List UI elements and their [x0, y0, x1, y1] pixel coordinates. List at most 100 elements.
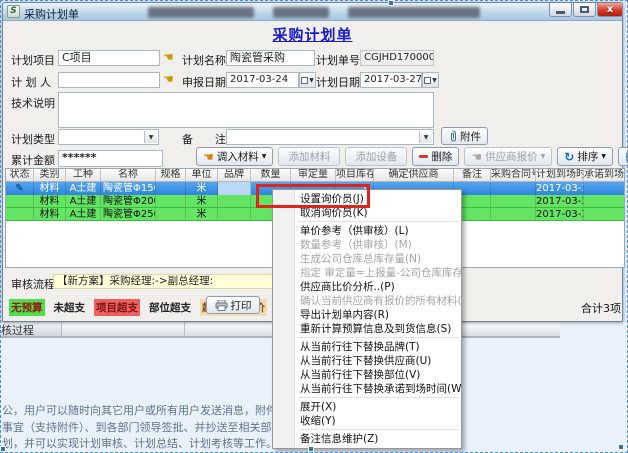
- table-cell[interactable]: [584, 182, 625, 195]
- table-header-cell[interactable]: 品牌: [218, 169, 251, 182]
- table-cell[interactable]: 材料: [34, 208, 66, 220]
- table-cell[interactable]: [6, 195, 34, 207]
- review-flow-label: 审核流程: [11, 276, 55, 292]
- table-header-cell[interactable]: 项目库存量: [336, 169, 374, 182]
- table-header-cell[interactable]: 规格: [156, 169, 186, 182]
- marquee-handle[interactable]: [618, 444, 624, 450]
- marquee-handle[interactable]: [0, 446, 6, 452]
- table-header-cell[interactable]: 名称: [101, 169, 156, 182]
- table-header-cell[interactable]: 单位: [186, 169, 218, 182]
- declare-date-picker-button[interactable]: ▼: [299, 72, 316, 88]
- chevron-down-icon[interactable]: ▼: [144, 131, 157, 143]
- table-header-cell[interactable]: 类别: [34, 169, 66, 182]
- plan-date-picker-button[interactable]: ▼: [422, 72, 439, 88]
- table-header-cell[interactable]: 确定供应商: [374, 169, 454, 182]
- table-cell[interactable]: [491, 195, 536, 207]
- table-cell[interactable]: [218, 195, 251, 207]
- plan-name-label: 计划名称: [182, 52, 226, 68]
- supplier-quote-button[interactable]: ☚供应商报价▼: [464, 147, 552, 166]
- menu-item[interactable]: 生成公司仓库总库存量(N): [273, 252, 461, 266]
- menu-item[interactable]: 取消询价员(K): [273, 206, 461, 220]
- table-cell[interactable]: [218, 182, 251, 195]
- table-cell[interactable]: [156, 182, 186, 195]
- plan-no-value: CGJHD170000013: [360, 50, 434, 66]
- tech-note-textarea[interactable]: [58, 92, 434, 128]
- annotation-red-box: [256, 184, 370, 208]
- table-cell[interactable]: [218, 208, 251, 220]
- plan-name-input[interactable]: 陶瓷管采购: [226, 50, 315, 66]
- add-equipment-button[interactable]: 添加设备: [345, 147, 407, 166]
- table-cell[interactable]: 陶瓷管Φ150: [101, 182, 156, 195]
- table-cell[interactable]: 米: [186, 182, 218, 195]
- marquee-handle[interactable]: [308, 446, 314, 452]
- table-header-cell[interactable]: 备注: [454, 169, 491, 182]
- chevron-down-icon[interactable]: ▼: [419, 131, 432, 143]
- print-button[interactable]: 打印: [206, 296, 260, 314]
- table-cell[interactable]: [156, 195, 186, 207]
- close-button[interactable]: x: [597, 3, 623, 17]
- table-cell[interactable]: 陶瓷管Φ200: [101, 195, 156, 207]
- table-cell[interactable]: 2017-03-27: [536, 182, 584, 195]
- table-cell[interactable]: 2017-03-27: [536, 195, 584, 207]
- table-cell[interactable]: [491, 208, 536, 220]
- table-cell[interactable]: A土建: [66, 182, 101, 195]
- maximize-button[interactable]: [573, 3, 596, 17]
- menu-item[interactable]: 供应商比价分析..(P): [273, 280, 461, 294]
- declare-date-input[interactable]: 2017-03-24: [226, 72, 299, 88]
- table-cell[interactable]: 2017-03-27: [536, 208, 584, 220]
- table-header-cell[interactable]: 计划到场时间: [536, 169, 584, 182]
- table-cell[interactable]: [6, 208, 34, 220]
- table-cell[interactable]: [156, 208, 186, 220]
- menu-item[interactable]: 从当前行往下替换部位(V): [273, 368, 461, 382]
- plan-type-select[interactable]: ▼: [58, 129, 159, 145]
- planner-input[interactable]: [58, 72, 160, 88]
- table-header-cell[interactable]: 数量: [251, 169, 291, 182]
- menu-item[interactable]: 备注信息维护(Z): [273, 432, 461, 446]
- table-cell[interactable]: [584, 195, 625, 207]
- menu-item[interactable]: 展开(X): [273, 400, 461, 414]
- chevron-down-icon: ▼: [541, 153, 546, 160]
- menu-item[interactable]: 确认当前供应商有报价的所有材料(Q): [273, 294, 461, 308]
- menu-item[interactable]: 从当前行往下替换承诺到场时间(W): [273, 382, 461, 396]
- minimize-button[interactable]: [549, 3, 572, 17]
- planner-label: 计 划 人: [11, 74, 51, 90]
- table-settings-button[interactable]: ▦表格设置▼: [618, 147, 628, 166]
- table-header-cell[interactable]: 承诺到场时间: [584, 169, 625, 182]
- menu-item[interactable]: 数量参考（供审核）(M): [273, 238, 461, 252]
- delete-button[interactable]: 删除: [412, 147, 459, 166]
- table-header-cell[interactable]: 采购合同号: [491, 169, 536, 182]
- menu-item[interactable]: 重新计算预算信息及到货信息(S): [273, 322, 461, 336]
- import-material-button[interactable]: ☚调入材料▼: [196, 147, 273, 166]
- lookup-hand-icon[interactable]: ☚: [163, 72, 174, 86]
- edit-pencil-icon[interactable]: ✎: [6, 182, 34, 195]
- table-header-cell[interactable]: 状态: [6, 169, 34, 182]
- table-cell[interactable]: A土建: [66, 195, 101, 207]
- menu-item[interactable]: 导出计划单内容(R): [273, 308, 461, 322]
- marquee-handle[interactable]: [388, 0, 394, 6]
- table-cell[interactable]: A土建: [66, 208, 101, 220]
- menu-item[interactable]: 单价参考（供审核）(L): [273, 224, 461, 238]
- menu-item[interactable]: 从当前行往下替换品牌(T): [273, 340, 461, 354]
- remark-label: 备 注: [182, 131, 226, 147]
- table-cell[interactable]: [491, 182, 536, 195]
- table-cell[interactable]: 材料: [34, 182, 66, 195]
- window-titlebar[interactable]: S 采购计划单 x: [3, 3, 622, 21]
- remark-combo[interactable]: ▼: [226, 129, 434, 145]
- menu-item[interactable]: 从当前行往下替换供应商(U): [273, 354, 461, 368]
- menu-item[interactable]: 收缩(Y): [273, 414, 461, 428]
- plan-date-input[interactable]: 2017-03-27: [360, 72, 422, 88]
- lookup-hand-icon[interactable]: ☚: [163, 50, 174, 64]
- menu-item[interactable]: 指定 审定量=上报量-公司仓库库存量(O): [273, 266, 461, 280]
- attachment-button[interactable]: 附件: [441, 127, 488, 145]
- legend-item: 无预算: [9, 299, 45, 316]
- table-header-cell[interactable]: 工种: [66, 169, 101, 182]
- table-header-cell[interactable]: 审定量: [291, 169, 336, 182]
- sort-button[interactable]: ↻排序▼: [557, 147, 613, 166]
- table-cell[interactable]: [584, 208, 625, 220]
- table-cell[interactable]: 陶瓷管Φ250: [101, 208, 156, 220]
- table-cell[interactable]: 米: [186, 208, 218, 220]
- table-cell[interactable]: 材料: [34, 195, 66, 207]
- plan-project-input[interactable]: C项目: [58, 50, 160, 66]
- table-cell[interactable]: 米: [186, 195, 218, 207]
- add-material-button[interactable]: 添加材料: [278, 147, 340, 166]
